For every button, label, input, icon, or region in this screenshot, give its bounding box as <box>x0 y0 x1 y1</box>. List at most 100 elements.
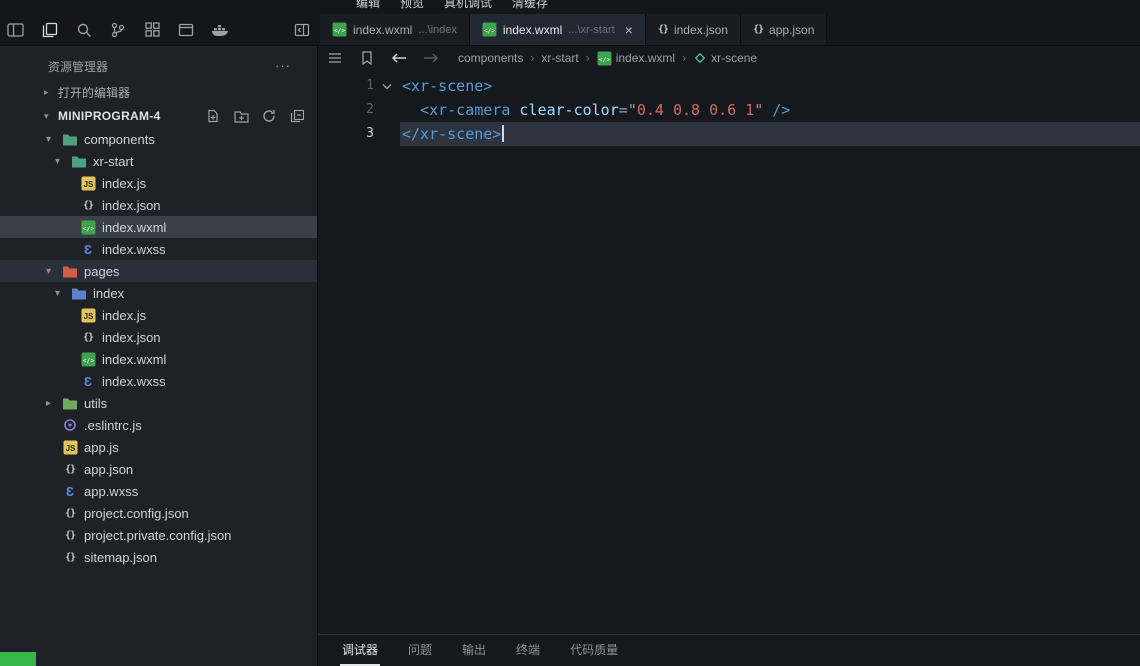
file-index.json[interactable]: {} index.json <box>0 326 317 348</box>
tree-item-label: index <box>93 285 125 301</box>
window-icon[interactable] <box>176 20 196 40</box>
file-index.wxml[interactable]: </> index.wxml <box>0 216 317 238</box>
tree-item-label: index.wxml <box>102 219 167 235</box>
panel-tab-终端[interactable]: 终端 <box>514 635 542 666</box>
panel-tab-调试器[interactable]: 调试器 <box>340 635 381 666</box>
tree-item-label: .eslintrc.js <box>84 417 142 433</box>
code-text[interactable]: <xr-camera clear-color="0.4 0.8 0.6 1" /… <box>400 98 1140 122</box>
code-line-1[interactable]: 1 <xr-scene> <box>318 74 1140 98</box>
tab-close-button[interactable]: × <box>625 23 633 37</box>
status-corner[interactable] <box>0 652 36 666</box>
tree-item-label: index.wxss <box>102 241 166 257</box>
split-editor-icon[interactable] <box>292 20 312 40</box>
svg-text:</>: </> <box>598 55 610 63</box>
line-number: 3 <box>366 126 374 141</box>
back-arrow-icon[interactable] <box>390 50 408 66</box>
breadcrumb-item-xr-start[interactable]: xr-start <box>541 51 578 65</box>
json-icon: {} <box>82 199 94 211</box>
panel-tab-输出[interactable]: 输出 <box>460 635 488 666</box>
new-folder-icon[interactable] <box>233 108 249 124</box>
tab-2-index.json[interactable]: {} index.json <box>645 14 741 45</box>
extensions-icon[interactable] <box>142 20 162 40</box>
file-index.json[interactable]: {} index.json <box>0 194 317 216</box>
file-index.js[interactable]: JS index.js <box>0 304 317 326</box>
file-project.config.json[interactable]: {} project.config.json <box>0 502 317 524</box>
folder-pages[interactable]: ▾ pages <box>0 260 317 282</box>
panel-layout-icon[interactable] <box>6 20 26 40</box>
tree-item-label: app.wxss <box>84 483 139 499</box>
more-actions-button[interactable]: ··· <box>275 59 291 72</box>
file-app.wxss[interactable]: Ɛapp.wxss <box>0 480 317 502</box>
menu-item-2[interactable]: 真机调试 <box>444 0 492 14</box>
top-menu-bar: 编辑 预览 真机调试 清缓存 <box>0 0 1140 14</box>
tree-item-label: project.private.config.json <box>84 527 232 543</box>
breadcrumb-item-components[interactable]: components <box>458 51 523 65</box>
chevron-down-icon[interactable]: ▾ <box>55 156 71 167</box>
explorer-header: 资源管理器 ··· <box>0 52 317 80</box>
folder-icon <box>62 131 78 147</box>
refresh-icon[interactable] <box>261 108 277 124</box>
menu-item-1[interactable]: 预览 <box>400 0 424 14</box>
breadcrumb-item-index.wxml[interactable]: </> index.wxml <box>597 51 675 66</box>
file-.eslintrc.js[interactable]: .eslintrc.js <box>0 414 317 436</box>
new-file-icon[interactable] <box>205 108 221 124</box>
folder-xr-start[interactable]: ▾ xr-start <box>0 150 317 172</box>
chevron-right-icon[interactable]: ▸ <box>46 398 62 409</box>
json-icon: {} <box>64 463 76 475</box>
bookmark-icon[interactable] <box>358 50 376 66</box>
forward-arrow-icon[interactable] <box>422 50 440 66</box>
tree-item-label: index.json <box>102 329 161 345</box>
svg-text:</>: </> <box>82 224 94 232</box>
file-app.json[interactable]: {} app.json <box>0 458 317 480</box>
source-control-icon[interactable] <box>108 20 128 40</box>
file-sitemap.json[interactable]: {} sitemap.json <box>0 546 317 568</box>
project-actions <box>205 108 317 124</box>
code-line-3[interactable]: 3 </xr-scene> <box>318 122 1140 146</box>
menu-item-3[interactable]: 清缓存 <box>512 0 548 14</box>
file-app.js[interactable]: JS app.js <box>0 436 317 458</box>
chevron-down-icon[interactable]: ▾ <box>46 266 62 277</box>
toolbar-row: </> index.wxml ...\index </> index.wxml ...\x… <box>0 14 1140 46</box>
tab-1-index.wxml[interactable]: </> index.wxml ...\xr-start × <box>469 14 646 45</box>
folder-index[interactable]: ▾ index <box>0 282 317 304</box>
outline-icon[interactable] <box>326 50 344 66</box>
code-text[interactable]: <xr-scene> <box>400 74 1140 98</box>
file-index.wxss[interactable]: Ɛindex.wxss <box>0 370 317 392</box>
collapse-all-icon[interactable] <box>289 108 305 124</box>
panel-tab-问题[interactable]: 问题 <box>406 635 434 666</box>
main-area: 资源管理器 ··· ▸ 打开的编辑器 ▾ MINIPROGRAM-4 ▾ comp… <box>0 46 1140 666</box>
panel-tab-代码质量[interactable]: 代码质量 <box>568 635 620 666</box>
menu-item-0[interactable]: 编辑 <box>356 0 380 14</box>
folder-components[interactable]: ▾ components <box>0 128 317 150</box>
folder-utils[interactable]: ▸ utils <box>0 392 317 414</box>
files-icon[interactable] <box>40 20 60 40</box>
file-index.wxss[interactable]: Ɛindex.wxss <box>0 238 317 260</box>
tree-item-label: project.config.json <box>84 505 189 521</box>
tab-3-app.json[interactable]: {} app.json <box>740 14 828 45</box>
docker-icon[interactable] <box>210 20 230 40</box>
code-text[interactable]: </xr-scene> <box>400 122 1140 146</box>
wxss-icon: Ɛ <box>83 373 93 389</box>
file-index.wxml[interactable]: </> index.wxml <box>0 348 317 370</box>
folder-icon <box>62 395 78 411</box>
project-section[interactable]: ▾ MINIPROGRAM-4 <box>0 104 317 128</box>
search-icon[interactable] <box>74 20 94 40</box>
tab-0-index.wxml[interactable]: </> index.wxml ...\index <box>320 14 470 45</box>
wxml-icon: </> <box>482 22 497 37</box>
chevron-down-icon[interactable]: ▾ <box>46 134 62 145</box>
code-area[interactable]: 1 <xr-scene> 2 <xr-camera clear-color="0.4… <box>318 70 1140 634</box>
chevron-down-icon[interactable]: ▾ <box>55 288 71 299</box>
explorer-title: 资源管理器 <box>48 59 109 74</box>
file-index.js[interactable]: JS index.js <box>0 172 317 194</box>
open-editors-section[interactable]: ▸ 打开的编辑器 <box>0 80 317 104</box>
text-cursor <box>502 125 505 142</box>
file-project.private.config.json[interactable]: {} project.private.config.json <box>0 524 317 546</box>
wxml-icon: </> <box>597 51 612 66</box>
breadcrumb-item-xr-scene[interactable]: xr-scene <box>693 51 757 65</box>
code-line-2[interactable]: 2 <xr-camera clear-color="0.4 0.8 0.6 1"… <box>318 98 1140 122</box>
line-number: 2 <box>366 102 374 117</box>
fold-chevron-icon[interactable] <box>374 74 400 98</box>
open-editors-label: 打开的编辑器 <box>58 85 131 100</box>
breadcrumb-separator: › <box>682 51 687 65</box>
